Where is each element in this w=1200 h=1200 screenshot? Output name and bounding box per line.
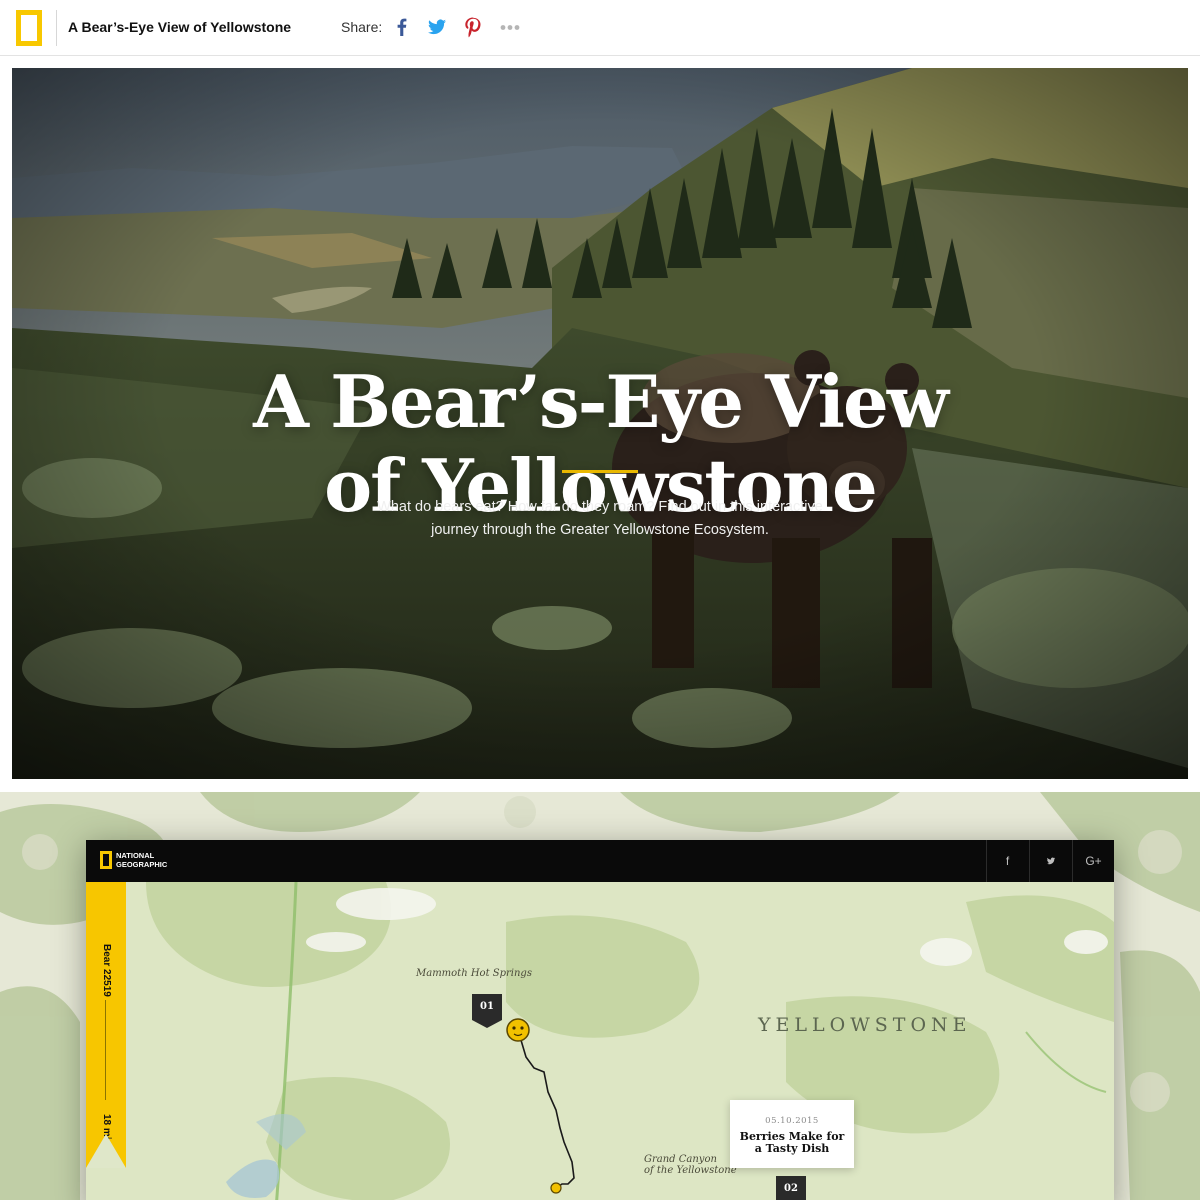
- facebook-icon[interactable]: [389, 14, 415, 40]
- map-app-header: NATIONAL GEOGRAPHIC f G+: [86, 840, 1114, 882]
- ng-wordmark-line1: NATIONAL: [116, 851, 155, 860]
- label-grand-canyon-line2: of the Yellowstone: [644, 1165, 737, 1176]
- label-grand-canyon: Grand Canyon of the Yellowstone: [644, 1154, 737, 1176]
- bear-id-label: Bear 22519: [101, 944, 112, 997]
- story-title: Berries Make for a Tasty Dish: [736, 1131, 848, 1155]
- more-icon[interactable]: [497, 14, 523, 40]
- ng-badge-icon[interactable]: [100, 851, 112, 869]
- marker-number: 02: [784, 1183, 798, 1194]
- bear-position-icon: [506, 1018, 530, 1042]
- track-point-icon: [550, 1182, 562, 1194]
- hero-subtitle-line1: What do bears eat? How far do they roam?…: [377, 499, 823, 515]
- ng-wordmark-line2: GEOGRAPHIC: [116, 860, 168, 869]
- twitter-icon: [1046, 857, 1055, 865]
- label-grand-canyon-line1: Grand Canyon: [644, 1154, 717, 1165]
- label-yellowstone: YELLOWSTONE: [758, 1014, 972, 1036]
- yellowstone-map[interactable]: [86, 882, 1114, 1200]
- pinterest-icon[interactable]: [460, 14, 486, 40]
- map-marker-02[interactable]: 02: [776, 1176, 806, 1200]
- top-bar: A Bear’s-Eye View of Yellowstone Share:: [0, 0, 1200, 56]
- hero-banner: A Bear’s-Eye View of Yellowstone What do…: [12, 68, 1188, 779]
- hero-subtitle-line2: journey through the Greater Yellowstone …: [431, 522, 769, 538]
- national-geographic-logo[interactable]: [16, 10, 42, 46]
- share-label: Share:: [341, 19, 383, 35]
- divider: [56, 10, 57, 46]
- title-rule: [562, 470, 638, 473]
- map-marker-01[interactable]: 01: [472, 994, 502, 1028]
- sidebar-progress-line: [105, 1000, 106, 1100]
- story-date: 05.10.2015: [765, 1116, 819, 1126]
- sidebar-notch: [86, 1134, 126, 1168]
- marker-number: 01: [480, 1001, 494, 1012]
- story-card[interactable]: 05.10.2015 Berries Make for a Tasty Dish: [730, 1100, 854, 1168]
- hero-title-line1: A Bear’s-Eye View: [253, 359, 949, 444]
- hero-subtitle: What do bears eat? How far do they roam?…: [340, 496, 860, 542]
- map-preview-section: NATIONAL GEOGRAPHIC f G+ Bear 22519 18 m…: [0, 792, 1200, 1200]
- story-title-line2: a Tasty Dish: [754, 1142, 830, 1155]
- map-app-window: NATIONAL GEOGRAPHIC f G+ Bear 22519 18 m…: [86, 840, 1114, 1200]
- page-title: A Bear’s-Eye View of Yellowstone: [68, 19, 292, 35]
- map-googleplus-button[interactable]: G+: [1072, 840, 1114, 882]
- ng-wordmark: NATIONAL GEOGRAPHIC: [116, 851, 176, 869]
- bear-sidebar[interactable]: Bear 22519 18 mi: [86, 882, 126, 1168]
- map-twitter-button[interactable]: [1029, 840, 1071, 882]
- map-facebook-button[interactable]: f: [986, 840, 1028, 882]
- twitter-icon[interactable]: [424, 14, 450, 40]
- label-mammoth-hot-springs: Mammoth Hot Springs: [416, 968, 532, 979]
